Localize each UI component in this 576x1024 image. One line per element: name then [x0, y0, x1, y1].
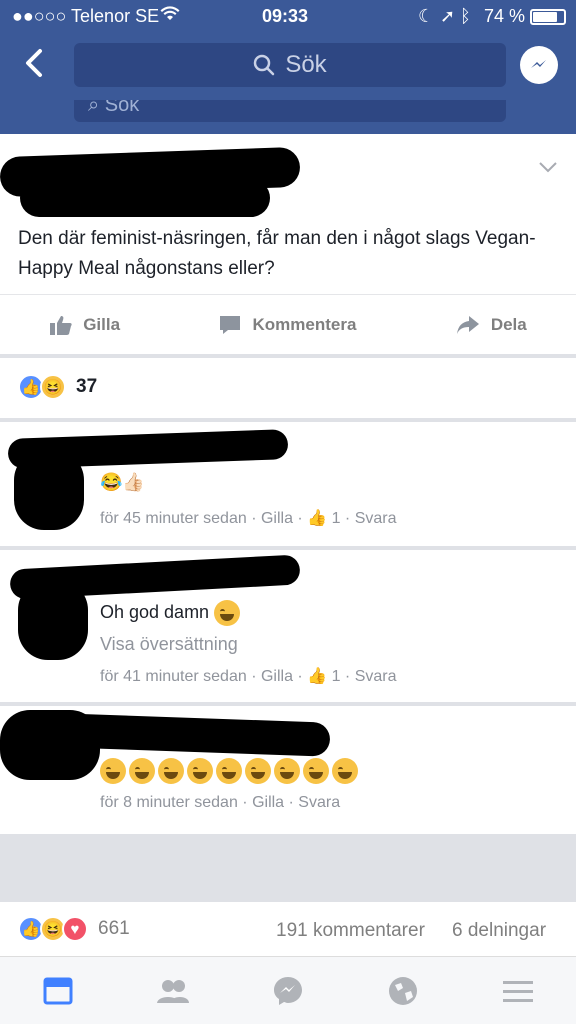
laughing-emoji-icon	[216, 758, 242, 784]
redacted-commenter-avatar	[14, 450, 84, 530]
laughing-emoji-icon	[303, 758, 329, 784]
reply-link[interactable]: · Svara	[340, 510, 397, 527]
post-footer-summary: 👍 😆 ♥ 661 191 kommentarer 6 delningar	[0, 902, 576, 956]
comment-button[interactable]: Kommentera	[218, 314, 356, 336]
battery-icon	[530, 9, 566, 25]
haha-reaction-icon: 😆	[40, 374, 66, 400]
comment-emoji-row	[100, 758, 361, 784]
chevron-left-icon	[26, 49, 42, 77]
comment-meta: för 41 minuter sedan · Gilla · 👍 1 · Sva…	[100, 666, 397, 686]
ghost-search-label: Sök	[104, 100, 140, 116]
messenger-button[interactable]	[520, 46, 558, 84]
share-button[interactable]: Dela	[455, 314, 527, 336]
comment-meta-text: för 41 minuter sedan · Gilla ·	[100, 668, 308, 685]
laughing-emoji-icon	[274, 758, 300, 784]
laughing-emoji-icon	[332, 758, 358, 784]
friends-tab[interactable]	[153, 971, 193, 1011]
redacted-commenter-name	[59, 713, 331, 757]
total-reactions: 661	[98, 918, 130, 939]
translate-link[interactable]: Visa översättning	[100, 634, 238, 655]
shares-count-link[interactable]: 6 delningar	[452, 920, 546, 942]
wifi-icon	[160, 6, 180, 27]
comment-meta: för 8 minuter sedan · Gilla · Svara	[100, 794, 341, 811]
messenger-bubble-icon	[273, 976, 302, 1005]
comment-like-icon[interactable]: 👍	[307, 510, 327, 527]
ghost-search-field: ⌕ Sök	[74, 100, 506, 122]
laughing-emoji-icon	[100, 758, 126, 784]
comment-emoji: 😂👍🏻	[100, 472, 145, 492]
redacted-commenter-avatar	[0, 710, 100, 780]
bluetooth-icon: ᛒ	[460, 6, 471, 26]
comment-text: Oh god damn	[100, 600, 243, 626]
redacted-author-avatar	[20, 179, 270, 217]
news-feed-tab[interactable]	[38, 971, 78, 1011]
carrier-label: ●●○○○ Telenor SE	[12, 6, 160, 26]
laughing-emoji-icon	[214, 600, 241, 626]
battery-percent: 74 %	[484, 6, 526, 26]
reaction-icons[interactable]: 👍 😆 ♥	[18, 916, 88, 942]
bottom-tab-bar	[0, 956, 576, 1024]
location-icon: ➚	[440, 6, 456, 26]
news-feed-icon	[43, 977, 73, 1004]
share-arrow-icon	[456, 315, 479, 334]
reaction-icons: 👍 😆	[18, 374, 66, 400]
clock: 09:33	[262, 6, 309, 26]
moon-icon: ☾	[418, 6, 435, 26]
love-reaction-icon: ♥	[62, 916, 88, 942]
messenger-tab[interactable]	[268, 971, 308, 1011]
globe-icon	[389, 976, 418, 1005]
notifications-tab[interactable]	[383, 971, 423, 1011]
status-bar: ●●○○○ Telenor SE 09:33 ☾ ➚ ᛒ 74 %	[0, 0, 576, 32]
post-options-chevron-icon[interactable]	[538, 156, 558, 179]
menu-tab[interactable]	[498, 971, 538, 1011]
messenger-icon	[531, 60, 546, 68]
thumbs-up-icon	[50, 315, 72, 335]
laughing-emoji-icon	[129, 758, 155, 784]
post-actions: Gilla Kommentera Dela	[0, 294, 576, 354]
comment-item: för 8 minuter sedan · Gilla · Svara	[0, 706, 576, 834]
comment-body: Oh god damn	[100, 601, 210, 622]
comment-like-icon[interactable]: 👍	[307, 668, 327, 685]
reaction-summary[interactable]: 👍 😆 37	[0, 358, 576, 418]
reply-link[interactable]: · Svara	[340, 668, 397, 685]
post-card: Den där feminist-näsringen, får man den …	[0, 134, 576, 354]
ghost-navigation-bar: ⌕ Sök	[0, 100, 576, 134]
laughing-emoji-icon	[158, 758, 184, 784]
laughing-emoji-icon	[187, 758, 213, 784]
post-text: Den där feminist-näsringen, får man den …	[18, 228, 536, 279]
comment-meta: för 45 minuter sedan · Gilla · 👍 1 · Sva…	[100, 508, 397, 528]
navigation-bar: Sök	[0, 32, 576, 100]
comments-count-link[interactable]: 191 kommentarer	[276, 920, 425, 942]
laughing-emoji-icon	[245, 758, 271, 784]
back-button[interactable]	[18, 46, 52, 80]
search-input[interactable]: Sök	[74, 43, 506, 87]
comment-meta-text: för 45 minuter sedan · Gilla ·	[100, 510, 308, 527]
search-icon	[254, 54, 275, 76]
reaction-count: 37	[76, 376, 98, 397]
comment-item: 😂👍🏻 för 45 minuter sedan · Gilla · 👍 1 ·…	[0, 422, 576, 546]
like-button[interactable]: Gilla	[49, 314, 120, 336]
hamburger-menu-icon	[503, 980, 534, 1002]
share-label: Dela	[490, 314, 527, 334]
comment-item: Oh god damn Visa översättning för 41 min…	[0, 550, 576, 702]
search-placeholder: Sök	[285, 51, 327, 78]
redacted-commenter-avatar	[18, 580, 88, 660]
like-label: Gilla	[83, 314, 121, 334]
comment-icon	[220, 315, 241, 334]
friends-icon	[156, 979, 189, 1003]
comment-label: Kommentera	[252, 314, 357, 334]
